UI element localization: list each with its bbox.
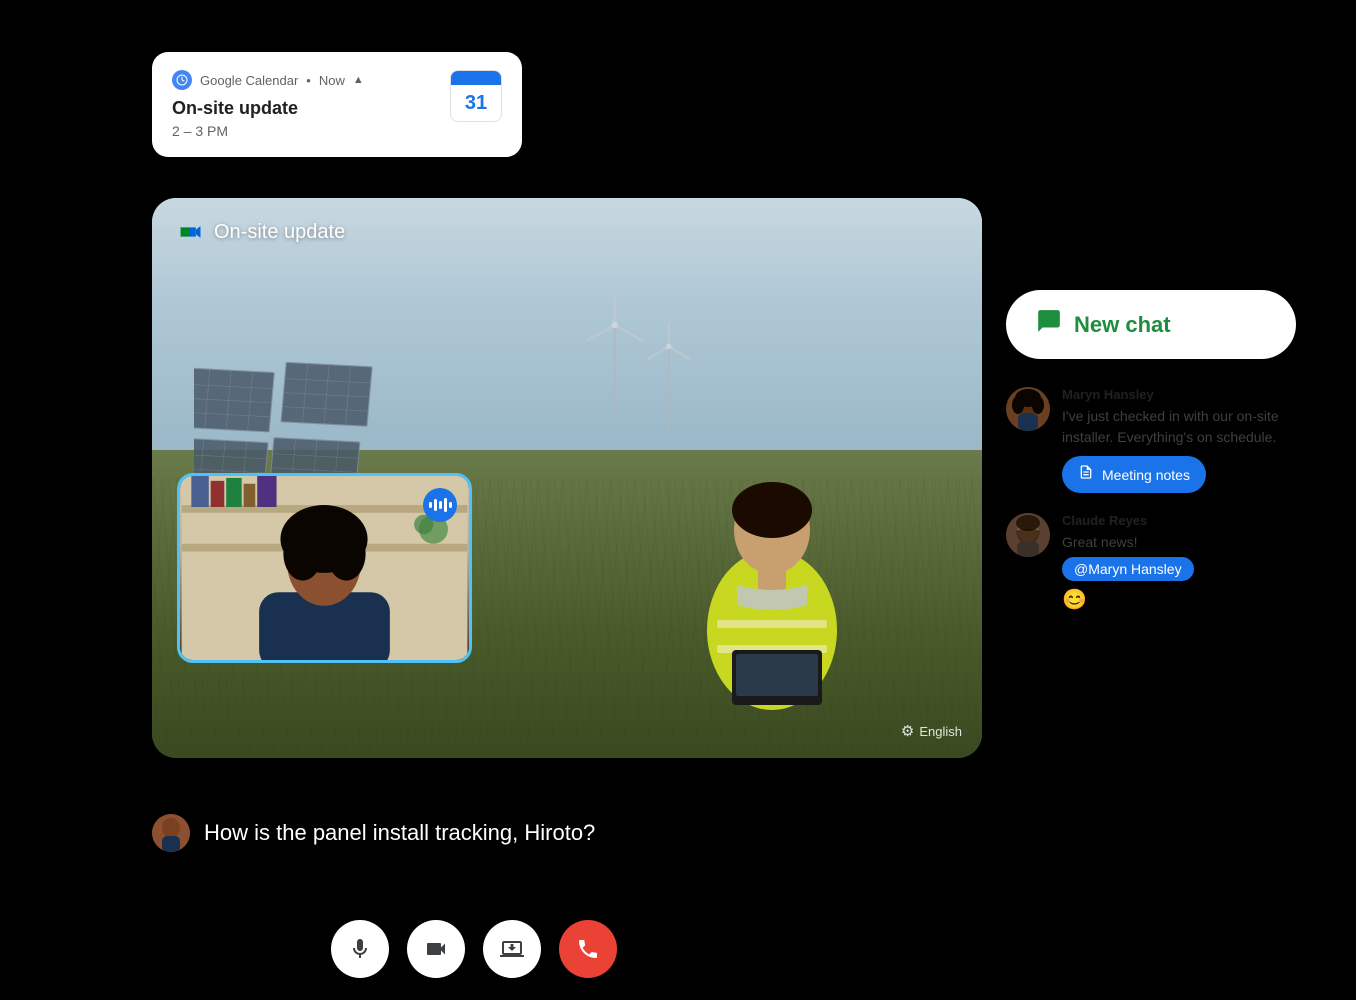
notification-source: Google Calendar	[200, 73, 298, 88]
caption-avatar	[152, 814, 190, 852]
audio-bars	[429, 498, 452, 512]
language-text: English	[919, 724, 962, 739]
share-screen-icon	[500, 937, 524, 961]
audio-bar-1	[429, 502, 432, 508]
video-call-title: On-site update	[214, 221, 345, 244]
chat-sender-1: Maryn Hansley	[1062, 387, 1296, 402]
camera-icon	[424, 937, 448, 961]
claude-avatar-svg	[1006, 513, 1050, 557]
meeting-notes-chip[interactable]: Meeting notes	[1062, 456, 1206, 493]
notification-event-time: 2 – 3 PM	[172, 123, 364, 139]
caption-avatar-svg	[152, 814, 190, 852]
video-call-container: On-site update ⚙ English	[152, 198, 982, 758]
chat-message-2: Claude Reyes Great news! @Maryn Hansley …	[1006, 513, 1296, 612]
new-chat-button[interactable]: New chat	[1006, 290, 1296, 359]
notification-header: Google Calendar • Now ▲	[172, 70, 364, 90]
chat-body-2: Great news!	[1062, 532, 1194, 553]
audio-bar-5	[449, 502, 452, 508]
chat-content-2: Claude Reyes Great news! @Maryn Hansley …	[1062, 513, 1194, 612]
calendar-icon: 31	[450, 70, 502, 122]
chat-sender-2: Claude Reyes	[1062, 513, 1194, 528]
avatar-claude	[1006, 513, 1050, 557]
calendar-icon-header	[451, 71, 501, 85]
new-chat-label: New chat	[1074, 312, 1171, 338]
end-call-button[interactable]	[559, 920, 617, 978]
share-screen-button[interactable]	[483, 920, 541, 978]
right-panel: New chat Maryn Hansley I've just checked…	[1006, 290, 1296, 632]
self-view-pip	[177, 473, 472, 663]
video-call-header: On-site update	[176, 218, 345, 246]
audio-indicator	[423, 488, 457, 522]
meet-logo-icon	[176, 218, 204, 246]
person-hiroto-svg	[662, 410, 882, 730]
mic-button[interactable]	[331, 920, 389, 978]
audio-bar-3	[439, 501, 442, 509]
settings-icon: ⚙	[901, 722, 914, 740]
avatar-maryn	[1006, 387, 1050, 431]
chat-message-1: Maryn Hansley I've just checked in with …	[1006, 387, 1296, 493]
notification-time: Now	[319, 73, 345, 88]
mic-icon	[348, 937, 372, 961]
maryn-avatar-svg	[1006, 387, 1050, 431]
gcal-icon	[172, 70, 192, 90]
notification-card: Google Calendar • Now ▲ On-site update 2…	[152, 52, 522, 157]
caption-text: How is the panel install tracking, Hirot…	[204, 820, 595, 846]
end-call-icon	[576, 937, 600, 961]
controls-bar[interactable]	[152, 920, 796, 978]
chat-body-1: I've just checked in with our on-site in…	[1062, 406, 1296, 448]
chat-content-1: Maryn Hansley I've just checked in with …	[1062, 387, 1296, 493]
new-chat-icon	[1036, 308, 1062, 341]
audio-bar-4	[444, 498, 447, 512]
chevron-up-icon: ▲	[353, 74, 364, 86]
calendar-day-number: 31	[451, 85, 501, 121]
notification-separator: •	[306, 73, 311, 88]
chat-bubble-icon	[1036, 308, 1062, 334]
mention-chip: @Maryn Hansley	[1062, 557, 1194, 581]
emoji-reaction: 😊	[1062, 587, 1194, 612]
meeting-notes-label: Meeting notes	[1102, 467, 1190, 483]
mention-text: @Maryn Hansley	[1074, 561, 1182, 577]
caption-bar: How is the panel install tracking, Hirot…	[152, 814, 796, 852]
audio-bar-2	[434, 499, 437, 511]
notification-event-title: On-site update	[172, 98, 364, 119]
camera-button[interactable]	[407, 920, 465, 978]
notes-icon	[1078, 464, 1094, 485]
document-icon	[1078, 464, 1094, 480]
notification-content: Google Calendar • Now ▲ On-site update 2…	[172, 70, 364, 139]
language-label: ⚙ English	[901, 722, 962, 740]
